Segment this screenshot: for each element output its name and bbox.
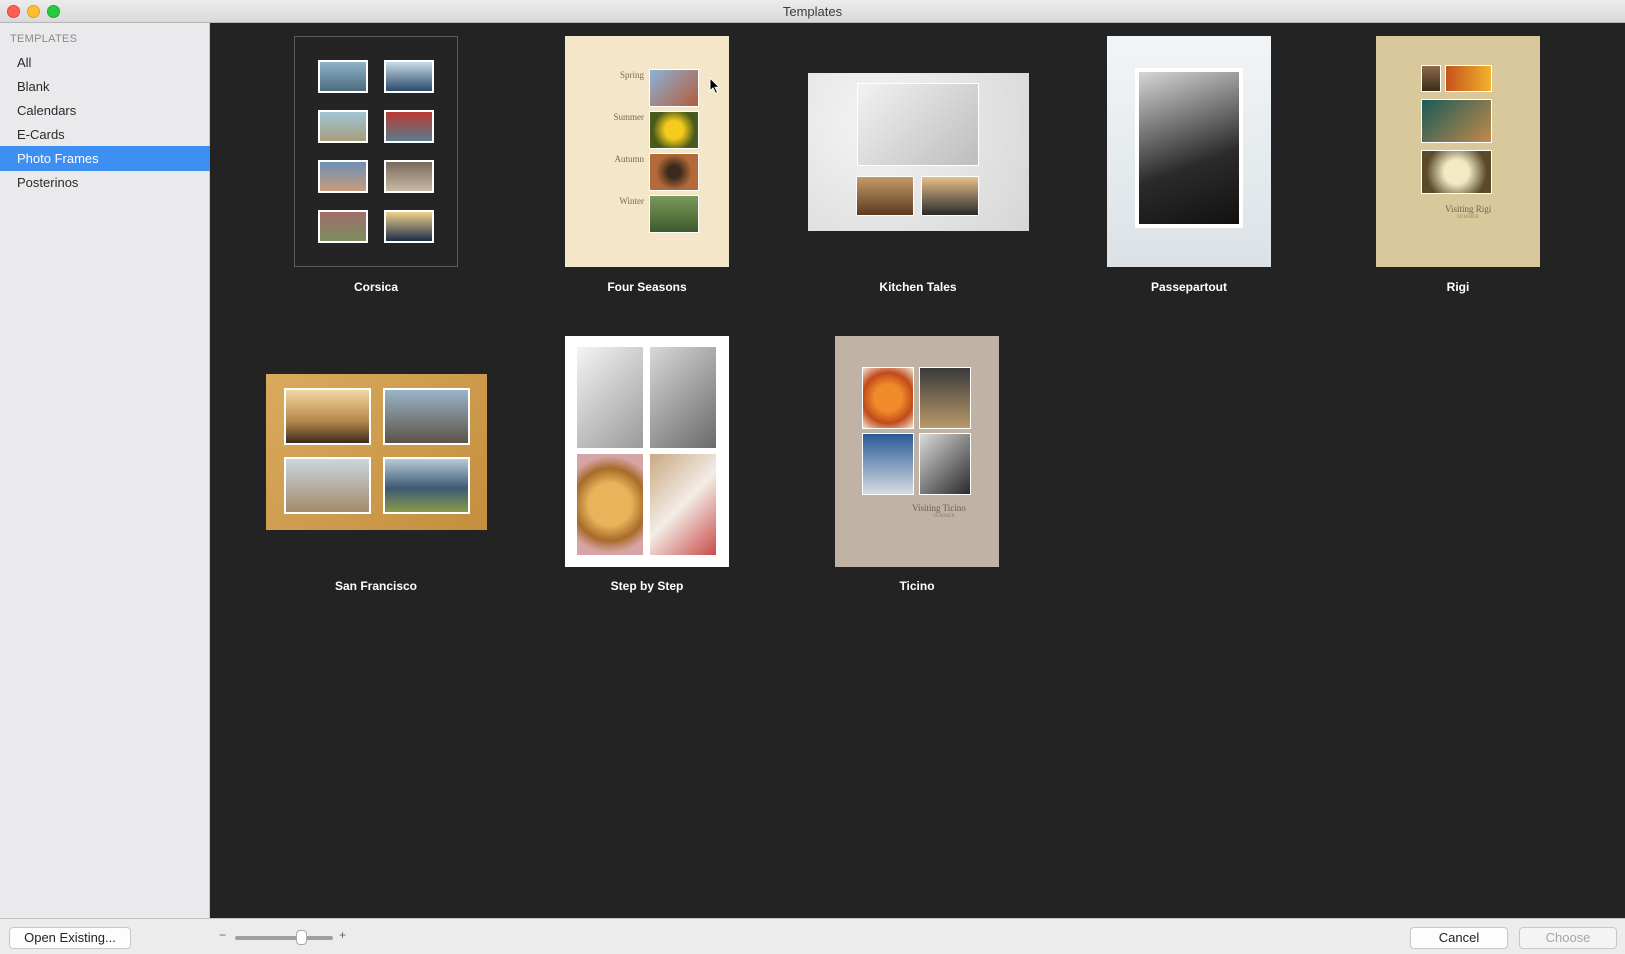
- photo-placeholder: [384, 160, 434, 193]
- template-label: Four Seasons: [607, 280, 687, 294]
- photo-placeholder: [383, 388, 470, 445]
- photo-placeholder: [383, 457, 470, 514]
- photo-placeholder: [650, 454, 716, 555]
- sidebar-item-photo-frames[interactable]: Photo Frames: [0, 146, 210, 171]
- template-thumbnail[interactable]: Visiting Ticino SUMMER: [835, 336, 999, 567]
- season-label: Autumn: [614, 154, 644, 164]
- photo-placeholder: [318, 110, 368, 143]
- photo-placeholder: [919, 367, 971, 429]
- photo-placeholder: [384, 210, 434, 243]
- template-thumbnail[interactable]: Visiting Rigi SUMMER: [1376, 36, 1540, 267]
- template-thumbnail[interactable]: [808, 73, 1029, 231]
- photo-placeholder: [577, 454, 643, 555]
- thumbnail-subcaption: SUMMER: [1457, 215, 1479, 220]
- zoom-out-icon[interactable]: −: [219, 928, 226, 942]
- season-label: Winter: [619, 196, 644, 206]
- template-label: Corsica: [353, 280, 399, 294]
- sidebar-item-posterinos[interactable]: Posterinos: [0, 170, 210, 195]
- zoom-in-icon[interactable]: +: [339, 928, 346, 942]
- template-thumbnail[interactable]: Spring Summer Autumn Winter: [565, 36, 729, 267]
- photo-placeholder: [284, 457, 371, 514]
- zoom-slider-knob[interactable]: [296, 930, 307, 945]
- photo-placeholder: [1421, 99, 1492, 143]
- template-label: Ticino: [899, 579, 935, 593]
- sidebar-item-calendars[interactable]: Calendars: [0, 98, 210, 123]
- sidebar-item-all[interactable]: All: [0, 50, 210, 75]
- template-thumbnail[interactable]: [294, 36, 458, 267]
- template-thumbnail[interactable]: [266, 374, 487, 530]
- photo-placeholder: [649, 153, 699, 191]
- photo-placeholder: [384, 110, 434, 143]
- photo-placeholder: [318, 160, 368, 193]
- season-label: Spring: [619, 70, 644, 80]
- zoom-slider[interactable]: [235, 936, 333, 940]
- photo-placeholder: [862, 433, 914, 495]
- photo-placeholder: [318, 210, 368, 243]
- photo-placeholder: [856, 176, 914, 216]
- sidebar: TEMPLATES All Blank Calendars E-Cards Ph…: [0, 23, 210, 918]
- open-existing-button[interactable]: Open Existing...: [9, 927, 131, 949]
- template-gallery: Corsica Spring Summer Autumn Winter Four…: [211, 23, 1625, 918]
- photo-placeholder: [649, 69, 699, 107]
- thumbnail-subcaption: SUMMER: [933, 514, 955, 519]
- season-label: Summer: [613, 112, 645, 122]
- photo-placeholder: [384, 60, 434, 93]
- title-bar: Templates: [0, 0, 1625, 23]
- template-thumbnail[interactable]: [1107, 36, 1271, 267]
- photo-placeholder: [1421, 150, 1492, 194]
- photo-placeholder: [857, 83, 979, 166]
- template-label: Step by Step: [610, 579, 684, 593]
- choose-button[interactable]: Choose: [1519, 927, 1617, 949]
- photo-placeholder: [577, 347, 643, 448]
- sidebar-item-blank[interactable]: Blank: [0, 74, 210, 99]
- photo-placeholder: [862, 367, 914, 429]
- templates-window: Templates TEMPLATES All Blank Calendars …: [0, 0, 1625, 954]
- photo-placeholder: [318, 60, 368, 93]
- template-label: Passepartout: [1150, 280, 1228, 294]
- sidebar-item-e-cards[interactable]: E-Cards: [0, 122, 210, 147]
- cancel-button[interactable]: Cancel: [1410, 927, 1508, 949]
- template-thumbnail[interactable]: [565, 336, 729, 567]
- sidebar-heading: TEMPLATES: [10, 33, 78, 45]
- photo-placeholder: [650, 347, 716, 448]
- template-label: San Francisco: [334, 579, 418, 593]
- photo-placeholder: [1135, 68, 1243, 228]
- mouse-cursor-icon: [709, 77, 721, 95]
- photo-placeholder: [649, 195, 699, 233]
- photo-placeholder: [1421, 65, 1441, 92]
- photo-placeholder: [921, 176, 979, 216]
- window-title: Templates: [782, 4, 843, 19]
- template-label: Kitchen Tales: [879, 280, 957, 294]
- bottom-bar: Open Existing... − + Cancel Choose: [0, 918, 1625, 954]
- photo-placeholder: [284, 388, 371, 445]
- photo-placeholder: [649, 111, 699, 149]
- thumbnail-caption: Visiting Rigi: [1445, 204, 1492, 214]
- template-label: Rigi: [1446, 280, 1470, 294]
- thumbnail-caption: Visiting Ticino: [912, 503, 966, 513]
- photo-placeholder: [919, 433, 971, 495]
- photo-placeholder: [1445, 65, 1492, 92]
